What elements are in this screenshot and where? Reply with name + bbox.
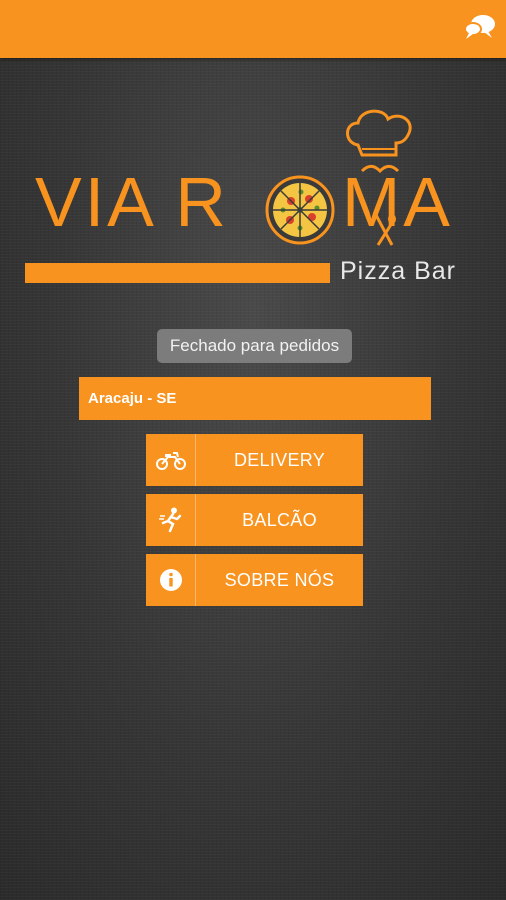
motorcycle-icon [155, 452, 186, 470]
logo-subtitle: Pizza Bar [340, 257, 456, 285]
via-roma-logo: VIA R MA Pizza Bar [20, 105, 490, 295]
city-selector[interactable]: Aracaju - SE [79, 377, 431, 420]
delivery-label: DELIVERY [233, 449, 326, 470]
status-badge: Fechado para pedidos [157, 329, 352, 363]
delivery-icon-cell [146, 434, 196, 486]
chat-button[interactable] [462, 10, 498, 46]
running-person-icon [158, 507, 181, 533]
sobre-nos-label: SOBRE NÓS [224, 569, 335, 590]
info-icon [159, 569, 182, 591]
pizza-icon [265, 175, 335, 245]
sobre-icon-cell [146, 554, 196, 606]
fork-spoon-icon [374, 214, 396, 246]
top-app-bar [0, 0, 506, 58]
balcao-label: BALCÃO [242, 509, 317, 530]
logo-word-left: VIA R [35, 163, 229, 241]
sobre-nos-button[interactable]: SOBRE NÓS [146, 554, 363, 606]
logo-underline-bar [25, 263, 330, 283]
balcao-button[interactable]: BALCÃO [146, 494, 363, 546]
balcao-icon-cell [146, 494, 196, 546]
chat-bubbles-icon [464, 15, 495, 39]
delivery-button[interactable]: DELIVERY [146, 434, 363, 486]
